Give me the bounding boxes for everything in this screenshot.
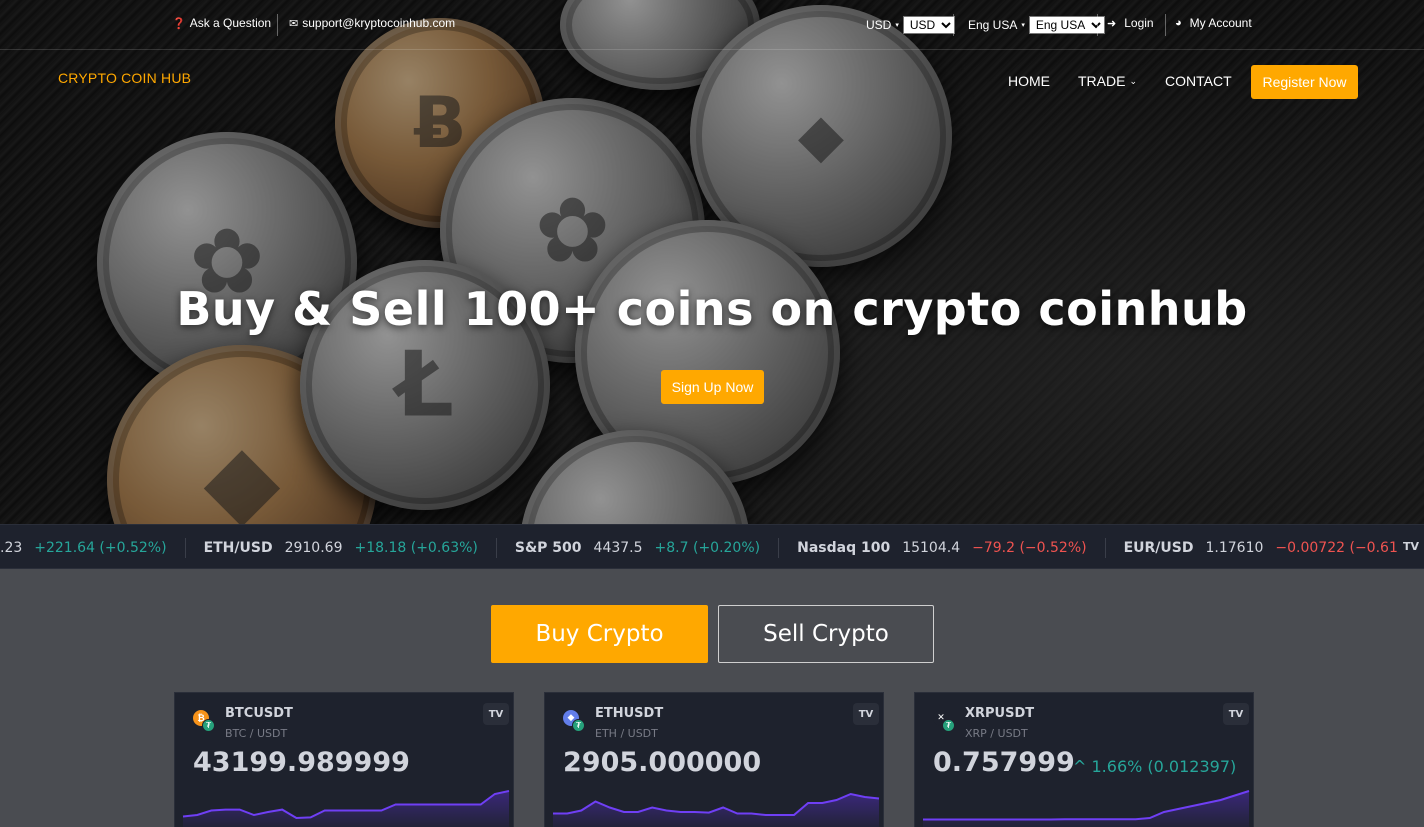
card-price: 43199.989999 bbox=[193, 747, 410, 778]
tradingview-logo-icon[interactable]: TV bbox=[483, 703, 509, 725]
card-price: 0.757999 bbox=[933, 747, 1075, 778]
language-select[interactable]: Eng USA bbox=[1028, 16, 1105, 34]
question-icon: ❓ bbox=[172, 17, 186, 30]
sparkline-area bbox=[923, 791, 1249, 827]
currency-switcher: USD ▾ USD bbox=[866, 16, 955, 34]
email-label: support@kryptocoinhub.com bbox=[302, 16, 456, 30]
hero-section: ✿ Ƀ ✿ ◆ ◆ Ł ❓ Ask a Question ✉ support@k… bbox=[0, 0, 1424, 524]
divider bbox=[277, 14, 278, 36]
tradingview-logo-icon[interactable]: TV bbox=[1398, 535, 1424, 557]
price-card[interactable]: ✕ ₮ XRPUSDT XRP / USDT 0.757999 ^ 1.66% (0.01… bbox=[914, 692, 1254, 827]
nav-contact[interactable]: CONTACT bbox=[1165, 73, 1232, 89]
ticker-change: +221.64 (+0.52%) bbox=[34, 539, 167, 556]
ticker-item[interactable]: Nasdaq 100 15104.4 −79.2 (−0.52%) bbox=[779, 537, 1106, 558]
login-link[interactable]: ➜ Login bbox=[1107, 16, 1154, 30]
card-pair: XRPUSDT bbox=[965, 706, 1035, 721]
dashboard-icon: ◕ bbox=[1175, 17, 1182, 29]
ticker-item[interactable]: ETH/USD 2910.69 +18.18 (+0.63%) bbox=[186, 537, 497, 558]
price-card[interactable]: ◆ ₮ ETHUSDT ETH / USDT 2905.000000 TV bbox=[544, 692, 884, 827]
ticker-symbol: ETH/USD bbox=[203, 539, 273, 556]
ask-question-label: Ask a Question bbox=[189, 16, 272, 30]
my-account-label: My Account bbox=[1189, 16, 1252, 30]
chevron-down-icon: ⌄ bbox=[1129, 75, 1137, 86]
sign-up-button[interactable]: Sign Up Now bbox=[661, 370, 764, 404]
ticker-price: .23 bbox=[0, 539, 23, 556]
top-bar: ❓ Ask a Question ✉ support@kryptocoinhub… bbox=[0, 0, 1424, 50]
divider bbox=[1097, 14, 1098, 36]
ticker-tape: .23 +221.64 (+0.52%) ETH/USD 2910.69 +18.18 … bbox=[0, 524, 1424, 569]
language-switcher: Eng USA ▾ Eng USA bbox=[968, 16, 1105, 34]
ticker-price: 15104.4 bbox=[902, 539, 961, 556]
ticker-item[interactable]: S&P 500 4437.5 +8.7 (+0.20%) bbox=[497, 537, 780, 558]
divider bbox=[1165, 14, 1166, 36]
ticker-price: 4437.5 bbox=[593, 539, 643, 556]
ticker-price: 1.17610 bbox=[1205, 539, 1264, 556]
tradingview-logo-icon[interactable]: TV bbox=[853, 703, 879, 725]
sparkline-chart bbox=[182, 790, 510, 827]
tether-icon: ₮ bbox=[572, 719, 585, 732]
nav-trade[interactable]: TRADE ⌄ bbox=[1078, 73, 1137, 89]
language-label: Eng USA bbox=[968, 18, 1018, 32]
ticker-change: +18.18 (+0.63%) bbox=[354, 539, 478, 556]
caret-down-icon: ▾ bbox=[1021, 22, 1025, 29]
currency-label: USD bbox=[866, 18, 892, 32]
site-logo[interactable]: CRYPTO COIN HUB bbox=[58, 70, 191, 86]
ticker-symbol: S&P 500 bbox=[514, 539, 582, 556]
ticker-item[interactable]: .23 +221.64 (+0.52%) bbox=[0, 537, 186, 558]
email-link[interactable]: ✉ support@kryptocoinhub.com bbox=[289, 16, 455, 30]
card-subtitle: XRP / USDT bbox=[965, 727, 1028, 740]
ticker-change: −79.2 (−0.52%) bbox=[972, 539, 1087, 556]
hero-title: Buy & Sell 100+ coins on crypto coinhub bbox=[176, 282, 1248, 336]
ticker-price: 2910.69 bbox=[284, 539, 343, 556]
tether-icon: ₮ bbox=[942, 719, 955, 732]
tether-icon: ₮ bbox=[202, 719, 215, 732]
envelope-icon: ✉ bbox=[289, 17, 299, 30]
tradingview-logo-icon[interactable]: TV bbox=[1223, 703, 1249, 725]
register-button[interactable]: Register Now bbox=[1251, 65, 1358, 99]
ask-question-link[interactable]: ❓ Ask a Question bbox=[172, 16, 271, 30]
sparkline-chart bbox=[923, 790, 1250, 827]
ticker-symbol: EUR/USD bbox=[1123, 539, 1194, 556]
ticker-row: .23 +221.64 (+0.52%) ETH/USD 2910.69 +18.18 … bbox=[0, 525, 1424, 568]
ticker-change: −0.00722 (−0.61%) bbox=[1275, 539, 1417, 556]
card-subtitle: ETH / USDT bbox=[595, 727, 658, 740]
ticker-item[interactable]: EUR/USD 1.17610 −0.00722 (−0.61%) bbox=[1106, 538, 1424, 558]
sign-in-icon: ➜ bbox=[1107, 17, 1117, 30]
ticker-change: +8.7 (+0.20%) bbox=[654, 539, 761, 556]
card-subtitle: BTC / USDT bbox=[225, 727, 288, 740]
card-change: ^ 1.66% (0.012397) bbox=[1073, 757, 1237, 776]
price-card[interactable]: ₿ ₮ BTCUSDT BTC / USDT 43199.989999 TV bbox=[174, 692, 514, 827]
card-pair: BTCUSDT bbox=[225, 706, 293, 721]
buy-crypto-button[interactable]: Buy Crypto bbox=[491, 605, 708, 663]
login-label: Login bbox=[1124, 16, 1154, 30]
caret-down-icon: ▾ bbox=[895, 22, 899, 29]
nav-trade-label: TRADE bbox=[1078, 73, 1126, 89]
sparkline-chart bbox=[553, 792, 880, 827]
currency-select[interactable]: USD bbox=[902, 16, 955, 34]
divider bbox=[953, 14, 954, 36]
nav-home[interactable]: HOME bbox=[1008, 73, 1050, 89]
my-account-link[interactable]: ◕ My Account bbox=[1175, 16, 1252, 30]
card-pair: ETHUSDT bbox=[595, 706, 664, 721]
ticker-symbol: Nasdaq 100 bbox=[797, 539, 891, 556]
card-price: 2905.000000 bbox=[563, 747, 762, 778]
sell-crypto-button[interactable]: Sell Crypto bbox=[718, 605, 934, 663]
